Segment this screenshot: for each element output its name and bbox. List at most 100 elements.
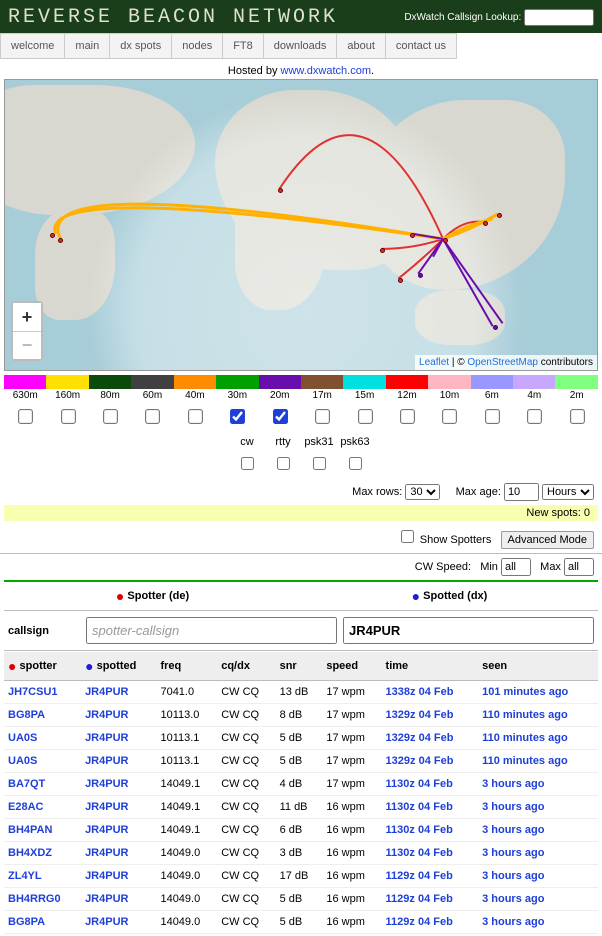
spotted-link[interactable]: JR4PUR bbox=[81, 819, 156, 842]
seen-cell[interactable]: 3 hours ago bbox=[478, 865, 598, 888]
nav-FT8[interactable]: FT8 bbox=[222, 33, 263, 59]
spotter-link[interactable]: JH7CSU1 bbox=[4, 681, 81, 704]
cw-min-input[interactable] bbox=[501, 558, 531, 576]
nav-contact-us[interactable]: contact us bbox=[385, 33, 457, 59]
seen-cell[interactable]: 3 hours ago bbox=[478, 796, 598, 819]
band-cb-40m[interactable] bbox=[188, 409, 203, 424]
swatch-30m bbox=[216, 375, 258, 389]
mode-cb-rtty[interactable] bbox=[277, 457, 290, 470]
time-cell[interactable]: 1130z 04 Feb bbox=[382, 842, 479, 865]
band-cb-20m[interactable] bbox=[273, 409, 288, 424]
seen-cell[interactable]: 3 hours ago bbox=[478, 911, 598, 934]
seen-cell[interactable]: 110 minutes ago bbox=[478, 727, 598, 750]
band-cb-6m[interactable] bbox=[485, 409, 500, 424]
nav-about[interactable]: about bbox=[336, 33, 385, 59]
spotted-link[interactable]: JR4PUR bbox=[81, 750, 156, 773]
band-label-10m: 10m bbox=[428, 389, 470, 401]
osm-link[interactable]: OpenStreetMap bbox=[467, 357, 538, 368]
show-spotters-checkbox[interactable] bbox=[401, 530, 414, 543]
spotted-link[interactable]: JR4PUR bbox=[81, 888, 156, 911]
spotter-link[interactable]: BH4PAN bbox=[4, 819, 81, 842]
spotted-link[interactable]: JR4PUR bbox=[81, 796, 156, 819]
seen-cell[interactable]: 3 hours ago bbox=[478, 773, 598, 796]
freq-cell: 7041.0 bbox=[156, 681, 217, 704]
col-time: time bbox=[382, 652, 479, 681]
spotted-link[interactable]: JR4PUR bbox=[81, 704, 156, 727]
nav-dx-spots[interactable]: dx spots bbox=[109, 33, 171, 59]
mode-cb-psk31[interactable] bbox=[313, 457, 326, 470]
spotted-link[interactable]: JR4PUR bbox=[81, 727, 156, 750]
time-cell[interactable]: 1129z 04 Feb bbox=[382, 911, 479, 934]
band-cb-630m[interactable] bbox=[18, 409, 33, 424]
spotter-link[interactable]: BH4XDZ bbox=[4, 842, 81, 865]
lookup-input[interactable] bbox=[524, 9, 594, 26]
band-cb-2m[interactable] bbox=[570, 409, 585, 424]
zoom-in-button[interactable]: + bbox=[13, 303, 41, 331]
spotter-callsign-input[interactable] bbox=[86, 617, 337, 644]
band-cb-15m[interactable] bbox=[358, 409, 373, 424]
nav-welcome[interactable]: welcome bbox=[0, 33, 64, 59]
table-row: BH4RRG0JR4PUR14049.0CW CQ5 dB16 wpm1129z… bbox=[4, 888, 598, 911]
snr-cell: 8 dB bbox=[276, 704, 323, 727]
seen-cell[interactable]: 110 minutes ago bbox=[478, 750, 598, 773]
seen-cell[interactable]: 101 minutes ago bbox=[478, 681, 598, 704]
swatch-12m bbox=[386, 375, 428, 389]
advanced-mode-button[interactable]: Advanced Mode bbox=[501, 531, 595, 549]
mode-cb-psk63[interactable] bbox=[349, 457, 362, 470]
cw-max-input[interactable] bbox=[564, 558, 594, 576]
time-cell[interactable]: 1329z 04 Feb bbox=[382, 727, 479, 750]
band-color-swatches bbox=[4, 375, 598, 389]
nav-downloads[interactable]: downloads bbox=[263, 33, 337, 59]
spotted-callsign-input[interactable] bbox=[343, 617, 594, 644]
seen-cell[interactable]: 110 minutes ago bbox=[478, 704, 598, 727]
swatch-4m bbox=[513, 375, 555, 389]
table-row: UA0SJR4PUR10113.1CW CQ5 dB17 wpm1329z 04… bbox=[4, 750, 598, 773]
spotter-link[interactable]: BA7QT bbox=[4, 773, 81, 796]
time-cell[interactable]: 1130z 04 Feb bbox=[382, 819, 479, 842]
time-cell[interactable]: 1338z 04 Feb bbox=[382, 681, 479, 704]
spotted-link[interactable]: JR4PUR bbox=[81, 865, 156, 888]
band-cb-12m[interactable] bbox=[400, 409, 415, 424]
spotter-link[interactable]: UA0S bbox=[4, 727, 81, 750]
snr-cell: 5 dB bbox=[276, 727, 323, 750]
time-cell[interactable]: 1129z 04 Feb bbox=[382, 865, 479, 888]
nav-main[interactable]: main bbox=[64, 33, 109, 59]
band-cb-17m[interactable] bbox=[315, 409, 330, 424]
band-cb-10m[interactable] bbox=[442, 409, 457, 424]
spots-table: ● spotter ● spotted freq cq/dx snr speed… bbox=[4, 651, 598, 934]
spotted-link[interactable]: JR4PUR bbox=[81, 773, 156, 796]
spotted-link[interactable]: JR4PUR bbox=[81, 911, 156, 934]
seen-cell[interactable]: 3 hours ago bbox=[478, 842, 598, 865]
time-cell[interactable]: 1130z 04 Feb bbox=[382, 796, 479, 819]
spotted-link[interactable]: JR4PUR bbox=[81, 681, 156, 704]
nav-nodes[interactable]: nodes bbox=[171, 33, 222, 59]
band-cb-80m[interactable] bbox=[103, 409, 118, 424]
world-map[interactable]: + − Leaflet | © OpenStreetMap contributo… bbox=[4, 79, 598, 371]
spotter-link[interactable]: BH4RRG0 bbox=[4, 888, 81, 911]
time-cell[interactable]: 1329z 04 Feb bbox=[382, 704, 479, 727]
spotter-link[interactable]: BG8PA bbox=[4, 704, 81, 727]
spotter-link[interactable]: UA0S bbox=[4, 750, 81, 773]
seen-cell[interactable]: 3 hours ago bbox=[478, 888, 598, 911]
table-row: BH4XDZJR4PUR14049.0CW CQ3 dB16 wpm1130z … bbox=[4, 842, 598, 865]
spotter-link[interactable]: E28AC bbox=[4, 796, 81, 819]
band-cb-30m[interactable] bbox=[230, 409, 245, 424]
max-age-input[interactable] bbox=[504, 483, 539, 501]
time-cell[interactable]: 1329z 04 Feb bbox=[382, 750, 479, 773]
band-cb-160m[interactable] bbox=[61, 409, 76, 424]
max-age-unit-select[interactable]: Hours bbox=[542, 484, 594, 500]
mode-cb-cw[interactable] bbox=[241, 457, 254, 470]
zoom-out-button[interactable]: − bbox=[13, 331, 41, 359]
spotter-link[interactable]: BG8PA bbox=[4, 911, 81, 934]
dxwatch-link[interactable]: www.dxwatch.com bbox=[281, 65, 371, 77]
table-row: JH7CSU1JR4PUR7041.0CW CQ13 dB17 wpm1338z… bbox=[4, 681, 598, 704]
leaflet-link[interactable]: Leaflet bbox=[419, 357, 449, 368]
time-cell[interactable]: 1129z 04 Feb bbox=[382, 888, 479, 911]
max-rows-select[interactable]: 30 bbox=[405, 484, 440, 500]
band-cb-4m[interactable] bbox=[527, 409, 542, 424]
spotter-link[interactable]: ZL4YL bbox=[4, 865, 81, 888]
seen-cell[interactable]: 3 hours ago bbox=[478, 819, 598, 842]
spotted-link[interactable]: JR4PUR bbox=[81, 842, 156, 865]
time-cell[interactable]: 1130z 04 Feb bbox=[382, 773, 479, 796]
band-cb-60m[interactable] bbox=[145, 409, 160, 424]
